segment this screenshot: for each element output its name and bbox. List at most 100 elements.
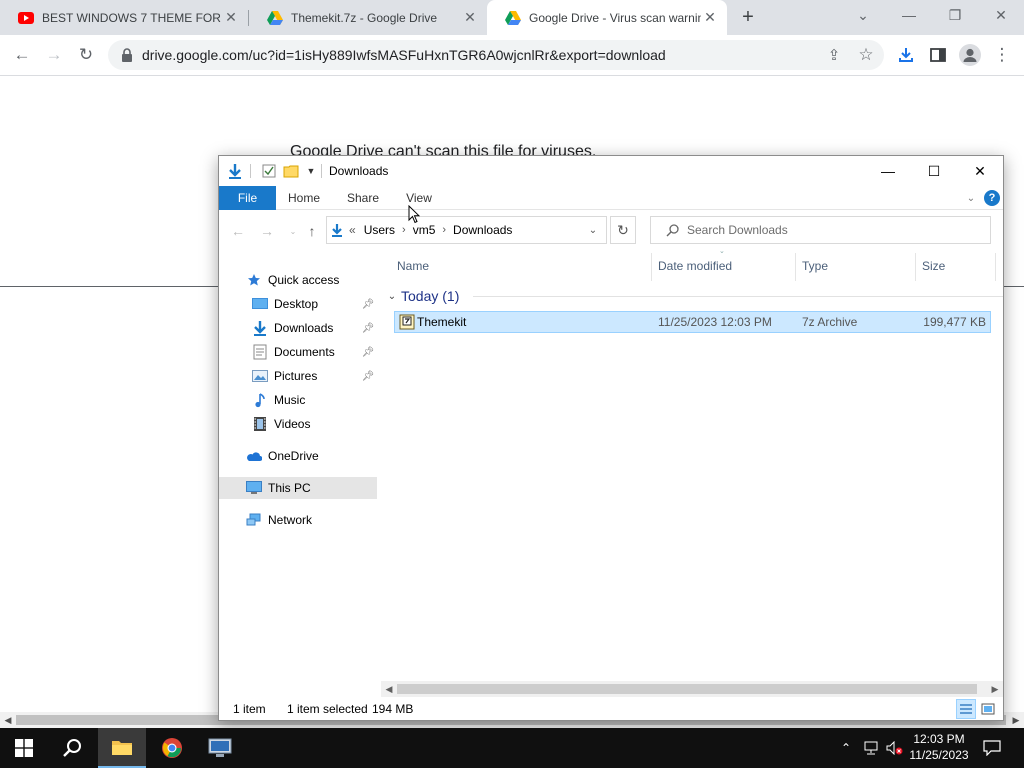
restore-button[interactable]: ❐	[932, 0, 978, 30]
system-clock[interactable]: 12:03 PM 11/25/2023	[906, 731, 972, 763]
forward-button[interactable]: →	[42, 43, 66, 67]
search-icon[interactable]	[48, 728, 96, 768]
properties-icon[interactable]	[261, 163, 277, 179]
file-explorer-window: ▼ Downloads — ☐ ✕ File Home Share View ⌄…	[218, 155, 1004, 721]
explorer-title-bar[interactable]: ▼ Downloads — ☐ ✕	[219, 156, 1003, 186]
minimize-button[interactable]: —	[865, 156, 911, 186]
nav-videos[interactable]: Videos	[219, 413, 377, 435]
chrome-icon[interactable]	[148, 728, 196, 768]
scroll-left-arrow-icon[interactable]: ◀	[381, 681, 397, 697]
tab-file[interactable]: File	[219, 186, 276, 210]
close-window-button[interactable]: ✕	[978, 0, 1024, 30]
share-icon[interactable]: ⇪	[822, 43, 846, 67]
close-tab-icon[interactable]: ✕	[222, 9, 240, 27]
nav-this-pc[interactable]: This PC	[219, 477, 377, 499]
back-button[interactable]: ←	[228, 221, 248, 241]
pin-icon[interactable]: 📌︎	[362, 368, 375, 384]
file-explorer-icon[interactable]	[98, 728, 146, 768]
menu-kebab-icon[interactable]: ⋮	[990, 43, 1014, 67]
scroll-right-arrow-icon[interactable]: ▶	[1008, 712, 1024, 728]
nav-label: Pictures	[274, 369, 318, 383]
address-dropdown-icon[interactable]: ⌄	[583, 217, 603, 243]
nav-downloads[interactable]: Downloads 📌︎	[219, 317, 377, 339]
show-hidden-icons-icon[interactable]: ⌃	[836, 728, 856, 768]
chevron-right-icon[interactable]: ›	[442, 224, 446, 236]
taskbar: ⌃ 12:03 PM 11/25/2023	[0, 728, 1024, 768]
large-icons-view-icon[interactable]	[978, 699, 998, 719]
tab-share[interactable]: Share	[339, 186, 387, 210]
file-list-horizontal-scrollbar[interactable]: ◀ ▶	[381, 681, 1003, 697]
breadcrumb-overflow[interactable]: «	[349, 223, 356, 237]
breadcrumb-downloads[interactable]: Downloads	[453, 223, 512, 237]
file-list: Name ⌄ Date modified Type Size ⌄ Today (…	[385, 248, 1003, 679]
refresh-button[interactable]: ↻	[610, 216, 636, 244]
group-header-today[interactable]: ⌄ Today (1)	[385, 285, 1003, 307]
new-tab-button[interactable]: +	[736, 5, 760, 29]
download-icon[interactable]	[894, 43, 918, 67]
expand-ribbon-icon[interactable]: ⌄	[963, 190, 979, 206]
notification-icon[interactable]	[978, 728, 1006, 768]
details-view-icon[interactable]	[956, 699, 976, 719]
column-divider[interactable]	[995, 253, 996, 281]
nav-onedrive[interactable]: OneDrive	[219, 445, 377, 467]
back-button[interactable]: ←	[10, 43, 34, 67]
column-header-name[interactable]: Name	[397, 249, 429, 283]
remote-desktop-icon[interactable]	[196, 728, 244, 768]
close-tab-icon[interactable]: ✕	[461, 9, 479, 27]
maximize-button[interactable]: ☐	[911, 156, 957, 186]
column-header-type[interactable]: Type	[802, 249, 828, 283]
column-header-date-modified[interactable]: Date modified	[658, 249, 732, 283]
tab-search-icon[interactable]: ⌄	[840, 0, 886, 30]
nav-quick-access[interactable]: Quick access	[219, 269, 377, 291]
column-divider[interactable]	[915, 253, 916, 281]
pin-icon[interactable]: 📌︎	[362, 344, 375, 360]
scroll-left-arrow-icon[interactable]: ◀	[0, 712, 16, 728]
tab-youtube[interactable]: BEST WINDOWS 7 THEME FOR W ✕	[0, 0, 248, 35]
nav-documents[interactable]: Documents 📌︎	[219, 341, 377, 363]
bookmark-star-icon[interactable]: ☆	[854, 43, 878, 67]
side-panel-icon[interactable]	[926, 43, 950, 67]
file-row[interactable]: Themekit 11/25/2023 12:03 PM 7z Archive …	[394, 311, 991, 333]
lock-icon[interactable]	[120, 48, 134, 62]
tab-virus-scan-warning[interactable]: Google Drive - Virus scan warnin ✕	[487, 0, 727, 35]
volume-muted-icon[interactable]	[884, 728, 906, 768]
search-box[interactable]: Search Downloads	[650, 216, 991, 244]
address-bar[interactable]: drive.google.com/uc?id=1isHy889IwfsMASFu…	[108, 40, 884, 70]
nav-network[interactable]: Network	[219, 509, 377, 531]
chevron-right-icon[interactable]: ›	[402, 224, 406, 236]
up-button[interactable]: ↑	[302, 221, 322, 241]
new-folder-icon[interactable]	[283, 163, 299, 179]
customize-toolbar-icon[interactable]: ▼	[303, 163, 319, 179]
selection-count: 1 item selected	[287, 702, 368, 716]
nav-desktop[interactable]: Desktop 📌︎	[219, 293, 377, 315]
close-tab-icon[interactable]: ✕	[701, 9, 719, 27]
recent-locations-icon[interactable]: ⌄	[283, 221, 303, 241]
address-bar[interactable]: « Users › vm5 › Downloads ⌄	[326, 216, 607, 244]
profile-avatar[interactable]	[958, 43, 982, 67]
minimize-button[interactable]: —	[886, 0, 932, 30]
tab-themekit-drive[interactable]: Themekit.7z - Google Drive ✕	[249, 0, 487, 35]
column-divider[interactable]	[651, 253, 652, 281]
nav-label: Videos	[274, 417, 311, 431]
scrollbar-thumb[interactable]	[397, 684, 977, 694]
collapse-chevron-icon[interactable]: ⌄	[385, 291, 399, 302]
reload-button[interactable]: ↻	[74, 43, 98, 67]
breadcrumb-vm5[interactable]: vm5	[413, 223, 436, 237]
pin-icon[interactable]: 📌︎	[362, 296, 375, 312]
forward-button[interactable]: →	[257, 221, 277, 241]
help-icon[interactable]: ?	[984, 190, 1000, 206]
column-divider[interactable]	[795, 253, 796, 281]
nav-pictures[interactable]: Pictures 📌︎	[219, 365, 377, 387]
documents-icon	[252, 344, 268, 360]
column-header-size[interactable]: Size	[922, 249, 945, 283]
star-icon	[246, 272, 262, 288]
pin-icon[interactable]: 📌︎	[362, 320, 375, 336]
breadcrumb-users[interactable]: Users	[364, 223, 395, 237]
navigation-bar: ← → ⌄ ↑ « Users › vm5 › Downloads ⌄ ↻ Se…	[219, 211, 1003, 249]
nav-music[interactable]: Music	[219, 389, 377, 411]
tab-home[interactable]: Home	[281, 186, 327, 210]
scroll-right-arrow-icon[interactable]: ▶	[987, 681, 1003, 697]
network-status-icon[interactable]	[860, 728, 882, 768]
close-button[interactable]: ✕	[957, 156, 1003, 186]
start-icon[interactable]	[0, 728, 48, 768]
